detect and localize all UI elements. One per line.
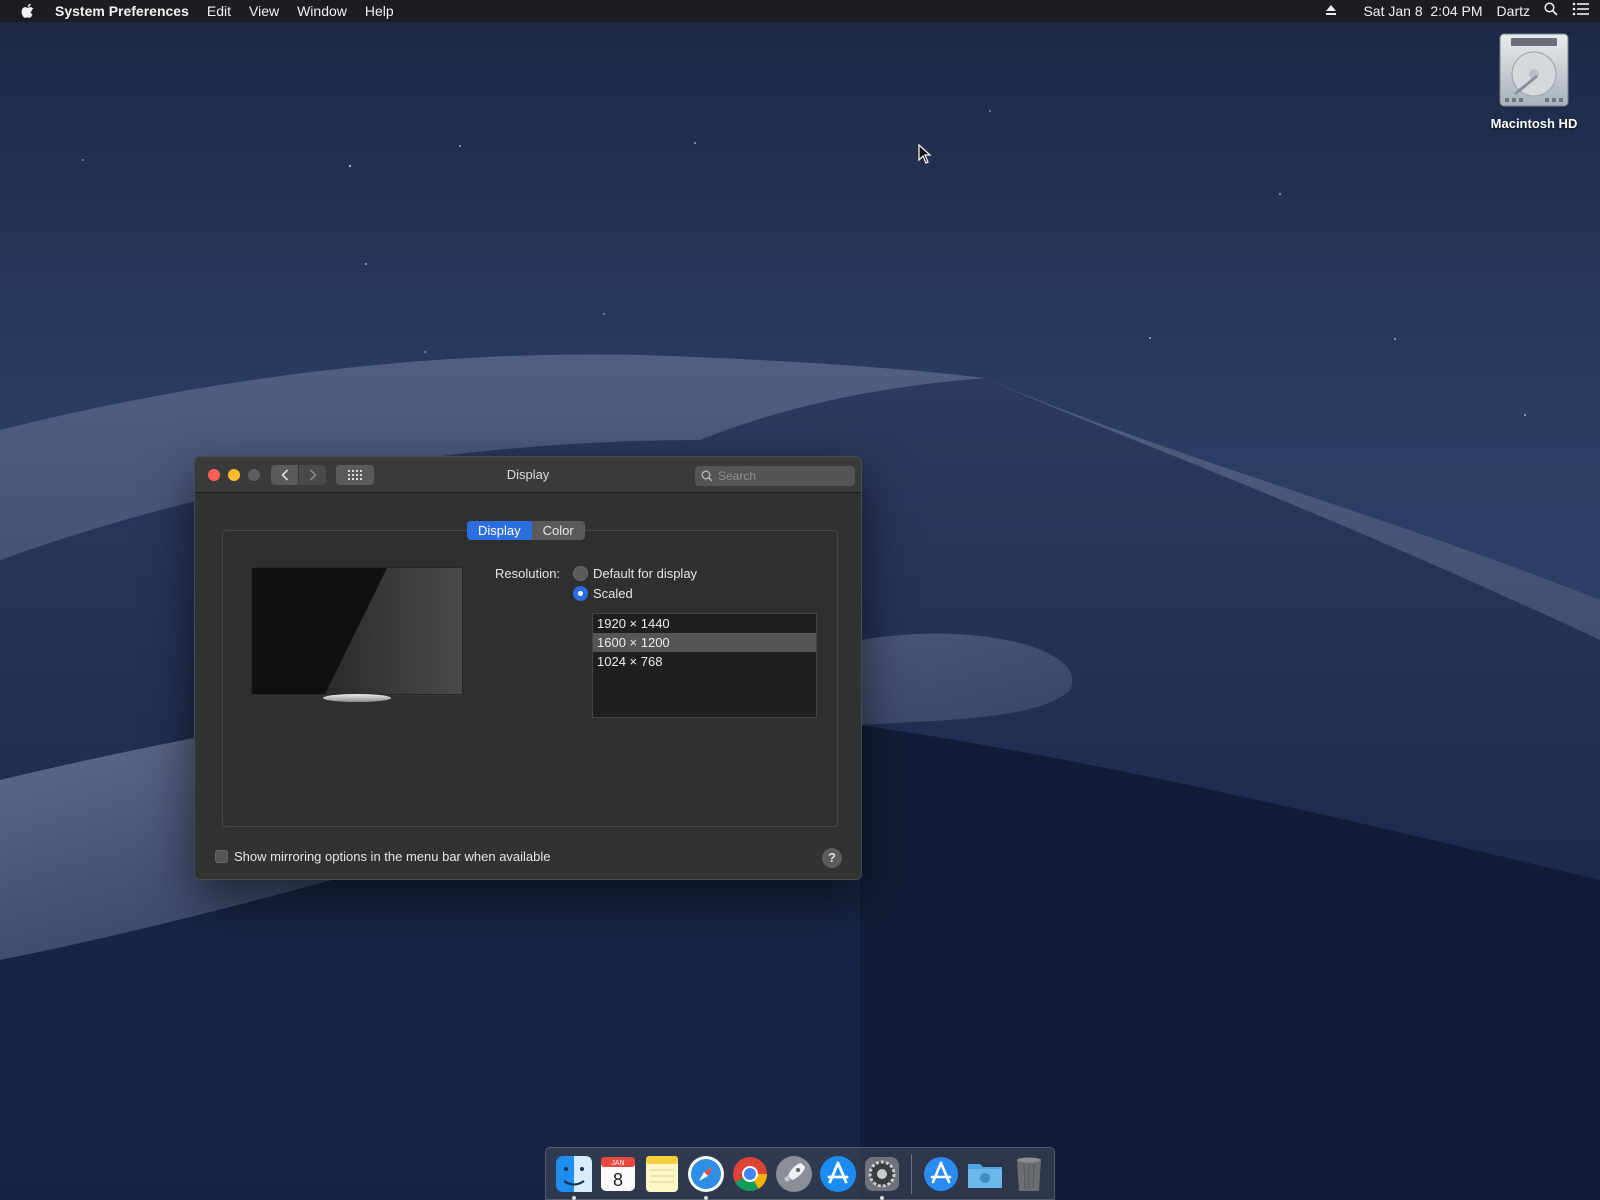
trash-icon[interactable]	[1009, 1154, 1049, 1194]
search-input[interactable]	[718, 469, 848, 483]
resolution-list-item[interactable]: 1600 × 1200	[593, 633, 816, 652]
chevron-left-icon	[280, 469, 288, 481]
back-button[interactable]	[271, 465, 298, 485]
running-indicator	[572, 1195, 576, 1200]
notification-center-icon[interactable]	[1572, 0, 1590, 22]
grid-icon	[348, 470, 362, 480]
window-close-button[interactable]	[208, 469, 220, 481]
apple-menu-icon[interactable]	[10, 3, 46, 19]
app-store-icon[interactable]	[818, 1154, 858, 1194]
calendar-day: 8	[613, 1170, 623, 1190]
radio-default-for-display[interactable]	[573, 566, 588, 581]
mirroring-option-row[interactable]: Show mirroring options in the menu bar w…	[215, 849, 551, 864]
chrome-icon[interactable]	[730, 1154, 770, 1194]
show-all-button[interactable]	[336, 465, 374, 485]
applications-folder-icon[interactable]	[921, 1154, 961, 1194]
resolution-list-item[interactable]: 1920 × 1440	[593, 614, 816, 633]
display-preview-image	[251, 567, 463, 702]
dock-separator	[911, 1153, 912, 1194]
menu-app-name[interactable]: System Preferences	[46, 0, 198, 22]
mouse-cursor-icon	[918, 144, 932, 164]
tab-color[interactable]: Color	[531, 521, 585, 540]
menu-view[interactable]: View	[240, 0, 288, 22]
calendar-icon[interactable]: JAN 8	[598, 1154, 638, 1194]
macintosh-hd-label: Macintosh HD	[1490, 116, 1578, 131]
tab-display[interactable]: Display	[467, 521, 532, 540]
radio-scaled-label: Scaled	[593, 586, 633, 601]
menu-window[interactable]: Window	[288, 0, 356, 22]
mirroring-checkbox[interactable]	[215, 850, 228, 863]
search-icon	[701, 470, 713, 482]
scaled-resolution-list[interactable]: 1920 × 1440 1600 × 1200 1024 × 768	[592, 613, 817, 718]
radio-scaled[interactable]	[573, 586, 588, 601]
window-minimize-button[interactable]	[228, 469, 240, 481]
system-preferences-icon[interactable]	[862, 1154, 902, 1200]
window-zoom-button[interactable]	[248, 469, 260, 481]
macintosh-hd-desktop-icon[interactable]: Macintosh HD	[1476, 32, 1592, 131]
spotlight-search-icon[interactable]	[1544, 0, 1558, 22]
window-titlebar[interactable]: Display	[195, 457, 861, 493]
radio-default-label: Default for display	[593, 566, 698, 581]
resolution-list-item[interactable]: 1024 × 768	[593, 652, 816, 671]
resolution-option-scaled[interactable]: Scaled	[573, 586, 633, 601]
menubar-clock[interactable]: Sat Jan 8 2:04 PM	[1363, 0, 1482, 22]
calendar-month: JAN	[611, 1160, 624, 1167]
launchpad-icon[interactable]	[774, 1154, 814, 1194]
display-preferences-window: Display Display Color	[194, 456, 862, 880]
menubar-user[interactable]: Dartz	[1497, 0, 1530, 22]
menu-bar: System Preferences Edit View Window Help…	[0, 0, 1600, 22]
tab-bar: Display Color	[467, 521, 585, 540]
help-button[interactable]: ?	[822, 848, 842, 868]
menu-help[interactable]: Help	[356, 0, 403, 22]
menu-edit[interactable]: Edit	[198, 0, 240, 22]
eject-icon[interactable]	[1325, 0, 1337, 22]
resolution-label: Resolution:	[495, 566, 561, 581]
hard-drive-icon	[1499, 33, 1569, 107]
safari-icon[interactable]	[686, 1154, 726, 1200]
forward-button[interactable]	[299, 465, 326, 485]
downloads-folder-icon[interactable]	[965, 1154, 1005, 1194]
running-indicator	[704, 1195, 708, 1200]
notes-icon[interactable]	[642, 1154, 682, 1194]
running-indicator	[880, 1195, 884, 1200]
chevron-right-icon	[309, 469, 317, 481]
finder-icon[interactable]	[554, 1154, 594, 1200]
dock: JAN 8	[545, 1147, 1055, 1200]
resolution-option-default[interactable]: Default for display	[573, 566, 697, 581]
preferences-search-field[interactable]	[695, 466, 855, 486]
mirroring-label: Show mirroring options in the menu bar w…	[234, 849, 551, 864]
